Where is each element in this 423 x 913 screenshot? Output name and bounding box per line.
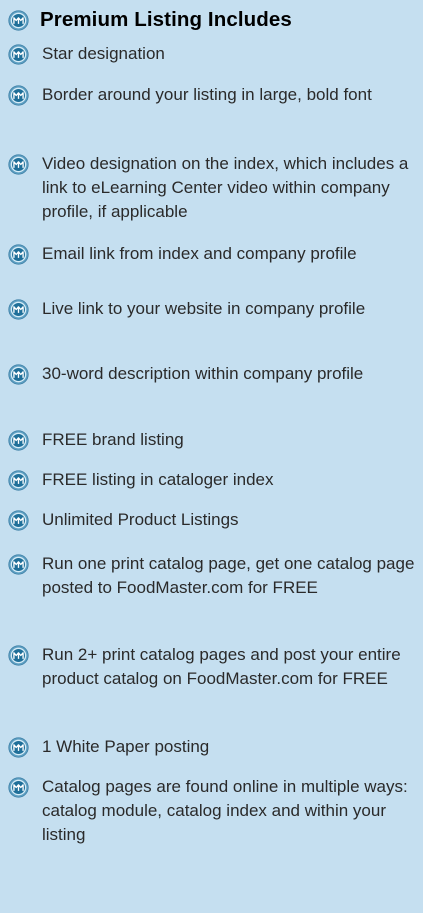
- list-item: Border around your listing in large, bol…: [8, 85, 417, 107]
- foodmaster-logo-icon: [8, 430, 29, 451]
- list-item: Run one print catalog page, get one cata…: [8, 554, 417, 600]
- foodmaster-logo-icon: [8, 299, 29, 320]
- foodmaster-logo-icon: [8, 154, 29, 175]
- foodmaster-logo-icon: [8, 244, 29, 265]
- list-item-text: Border around your listing in large, bol…: [42, 85, 372, 104]
- section-title: Premium Listing Includes: [40, 8, 292, 31]
- list-item-text: Star designation: [42, 44, 165, 63]
- list-item-text: Catalog pages are found online in multip…: [42, 777, 408, 844]
- list-item-text: Email link from index and company profil…: [42, 244, 357, 263]
- list-item: Unlimited Product Listings: [8, 510, 417, 532]
- foodmaster-logo-icon: [8, 777, 29, 798]
- feature-list: Star designation Border around your listi…: [8, 44, 417, 847]
- list-item-text: 30-word description within company profi…: [42, 364, 364, 383]
- list-item: FREE brand listing: [8, 430, 417, 452]
- list-item: Live link to your website in company pro…: [8, 299, 417, 321]
- list-item-text: Run 2+ print catalog pages and post your…: [42, 645, 401, 688]
- list-item: 30-word description within company profi…: [8, 364, 417, 386]
- foodmaster-logo-icon: [8, 645, 29, 666]
- list-item: Email link from index and company profil…: [8, 244, 417, 266]
- foodmaster-logo-icon: [8, 9, 29, 31]
- foodmaster-logo-icon: [8, 554, 29, 575]
- list-item: Video designation on the index, which in…: [8, 154, 417, 224]
- list-item-text: Run one print catalog page, get one cata…: [42, 554, 415, 597]
- list-item-text: FREE listing in cataloger index: [42, 470, 274, 489]
- foodmaster-logo-icon: [8, 85, 29, 106]
- list-item-text: FREE brand listing: [42, 430, 184, 449]
- foodmaster-logo-icon: [8, 364, 29, 385]
- list-item: Star designation: [8, 44, 417, 66]
- list-item: Run 2+ print catalog pages and post your…: [8, 645, 417, 691]
- list-item: FREE listing in cataloger index: [8, 470, 417, 492]
- list-item: Catalog pages are found online in multip…: [8, 777, 417, 847]
- list-item-text: Unlimited Product Listings: [42, 510, 239, 529]
- section-header: Premium Listing Includes: [8, 7, 417, 33]
- list-item: 1 White Paper posting: [8, 737, 417, 759]
- foodmaster-logo-icon: [8, 470, 29, 491]
- foodmaster-logo-icon: [8, 510, 29, 531]
- list-item-text: Video designation on the index, which in…: [42, 154, 409, 221]
- list-item-text: 1 White Paper posting: [42, 737, 210, 756]
- premium-listing-panel: Premium Listing Includes Star designatio…: [0, 0, 423, 913]
- list-item-text: Live link to your website in company pro…: [42, 299, 366, 318]
- foodmaster-logo-icon: [8, 737, 29, 758]
- foodmaster-logo-icon: [8, 44, 29, 65]
